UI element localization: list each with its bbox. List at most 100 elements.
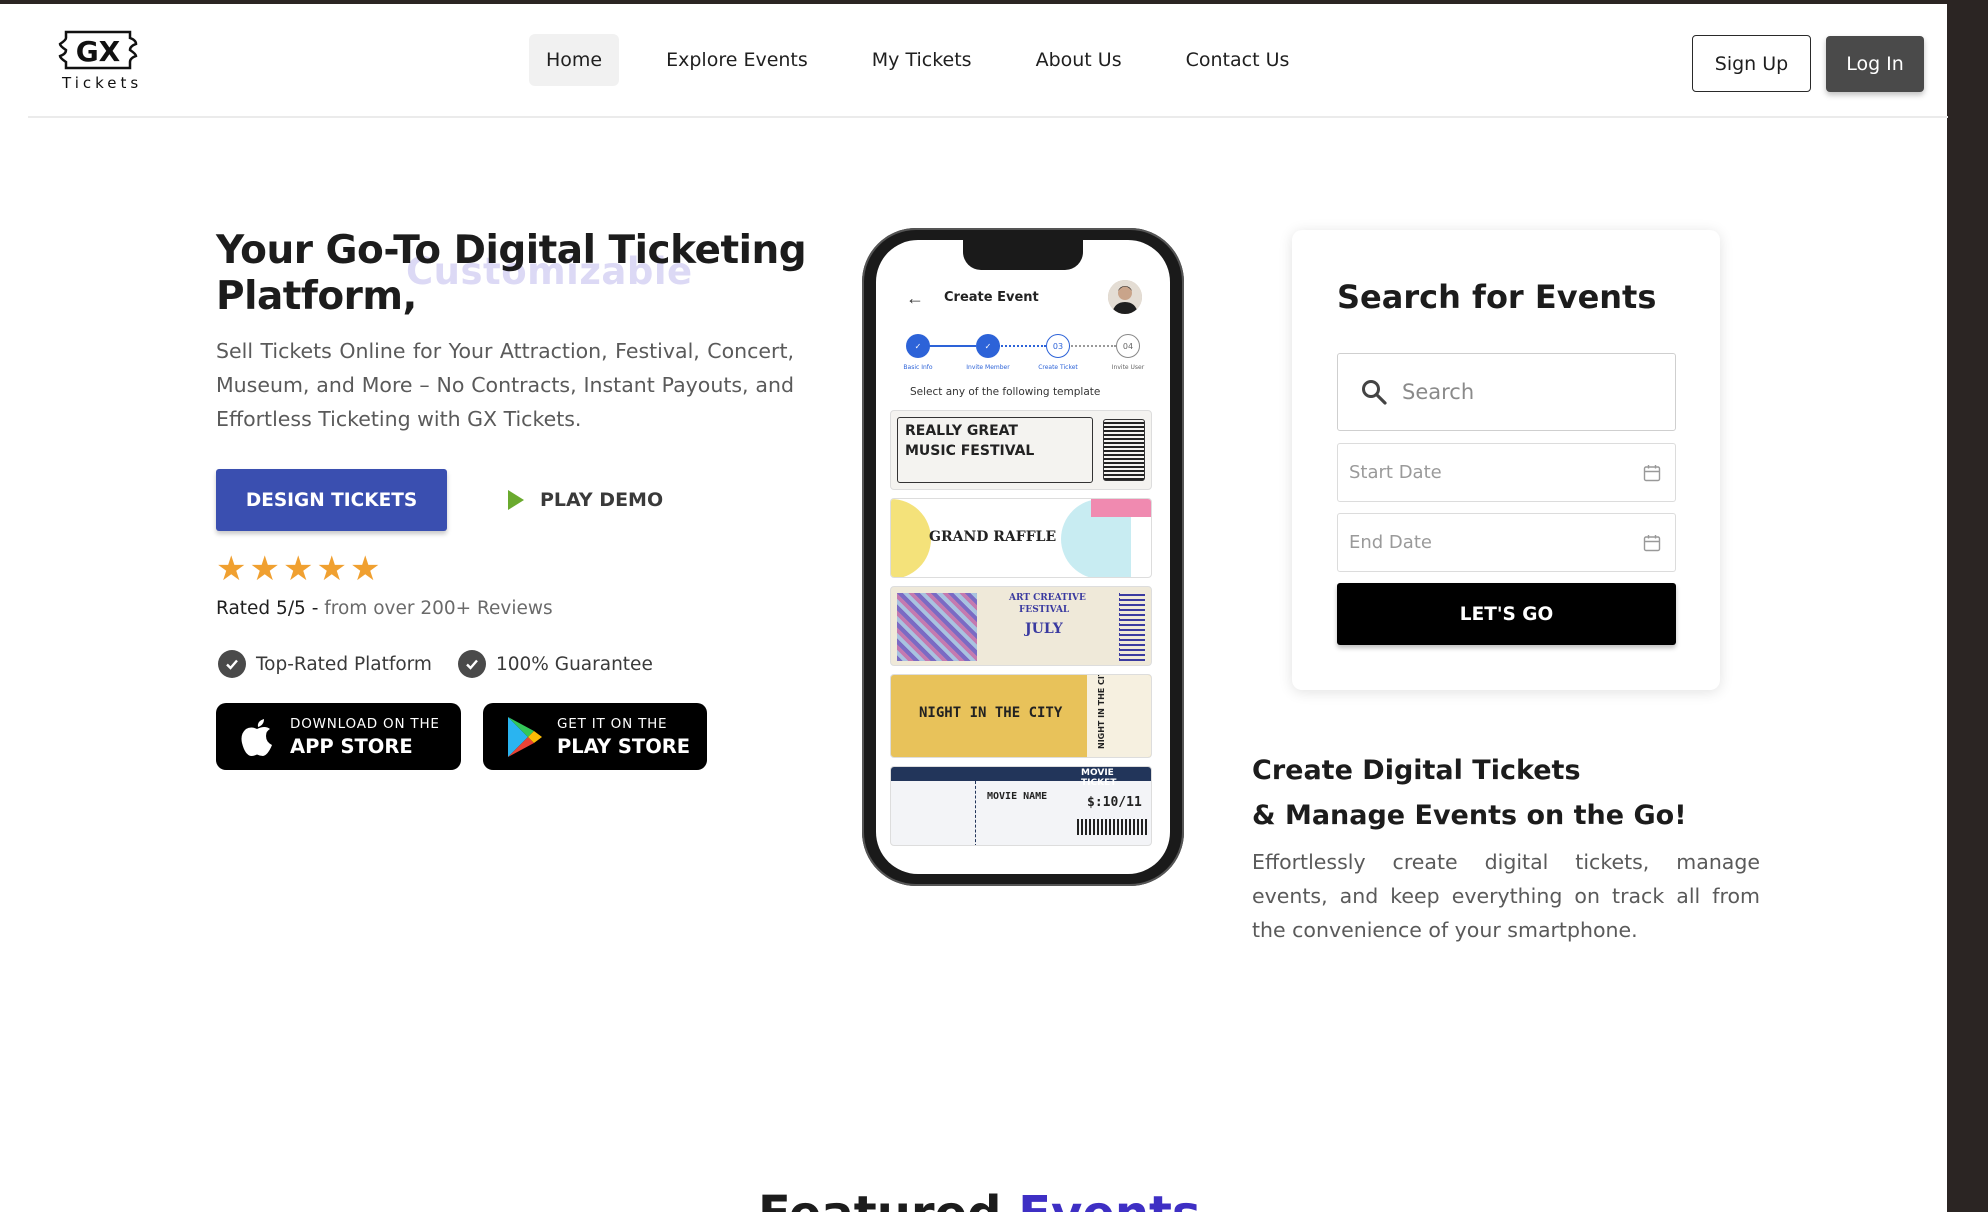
window-right-edge [1947,0,1988,1212]
design-tickets-button[interactable]: DESIGN TICKETS [216,469,447,531]
ticket-price: $:10/11 [1087,795,1142,810]
log-in-button[interactable]: Log In [1826,36,1924,92]
promo-title: Create Digital Tickets & Manage Events o… [1252,748,1712,838]
event-progress-steps: ✓ ✓ 03 04 Basic Info Invite Member Creat… [903,334,1150,371]
logo-wordmark: Tickets [62,74,143,92]
play-demo-label: PLAY DEMO [540,489,664,511]
step-basic-info: ✓ [906,334,930,358]
star-icon: ★ [216,550,247,588]
calendar-icon[interactable] [1643,464,1661,482]
ticket-line: JULY [1025,621,1063,637]
back-arrow-icon: ← [906,288,924,308]
badge-label: 100% Guarantee [495,653,653,675]
hero-title-line2: Platform, [216,274,417,319]
check-circle-icon [218,650,246,678]
step-create-ticket: 03 [1046,334,1070,358]
featured-accent-word: Events [1018,1186,1200,1212]
ticket-line: GRAND RAFFLE [929,529,1057,545]
step-connector [1068,345,1116,347]
play-icon [508,490,524,510]
app-store-big: APP STORE [290,734,413,758]
ticket-template-music[interactable]: REALLY GREAT MUSIC FESTIVAL [890,410,1152,490]
start-date-field[interactable] [1337,443,1676,502]
play-demo-button[interactable]: PLAY DEMO [508,483,663,517]
hero-subtitle: Sell Tickets Online for Your Attraction,… [216,339,794,431]
main-nav: Home Explore Events My Tickets About Us … [529,34,1336,86]
ticket-line: MOVIE NAME [987,791,1048,802]
play-store-big: PLAY STORE [557,734,691,758]
phone-screen: ← Create Event ✓ ✓ 03 04 Basic Info Invi… [876,240,1170,874]
trust-badges: Top-Rated Platform 100% Guarantee [218,650,653,678]
play-store-button[interactable]: GET IT ON THE PLAY STORE [483,703,707,770]
sign-up-button[interactable]: Sign Up [1692,35,1811,92]
ticket-perforation [975,781,976,845]
ticket-template-art[interactable]: ART CREATIVE FESTIVAL JULY [890,586,1152,666]
badge-top-rated: Top-Rated Platform [218,650,432,678]
rating-strong: Rated 5/5 - [216,598,319,619]
calendar-icon[interactable] [1643,534,1661,552]
nav-home[interactable]: Home [529,34,620,86]
hero-title-line1: Your Go-To Digital Ticketing [216,228,807,273]
nav-my-tickets[interactable]: My Tickets [855,34,989,86]
phone-notch [963,240,1083,270]
step-connector [928,345,976,347]
star-icon: ★ [349,550,381,588]
featured-events-heading: Featured Events [758,1186,1201,1212]
ticket-line: FESTIVAL [1019,605,1070,615]
create-event-header: ← Create Event [876,278,1170,318]
step-label: Create Ticket [1038,364,1078,371]
ticket-line: ART CREATIVE [1009,593,1086,603]
end-date-input[interactable] [1349,532,1599,553]
ticket-template-night[interactable]: NIGHT IN THE CITY NIGHT IN THE CITY [890,674,1152,758]
search-input[interactable] [1402,380,1662,404]
featured-word: Featured [758,1186,1002,1212]
ticket-line: MUSIC FESTIVAL [905,443,1035,459]
end-date-field[interactable] [1337,513,1676,572]
step-invite-member: ✓ [976,334,1000,358]
phone-mockup: ← Create Event ✓ ✓ 03 04 Basic Info Invi… [862,228,1184,886]
nav-contact-us[interactable]: Contact Us [1169,34,1307,86]
play-store-small: GET IT ON THE [557,715,668,732]
badge-label: Top-Rated Platform [256,653,432,675]
user-avatar [1108,280,1142,314]
nav-explore-events[interactable]: Explore Events [649,34,825,86]
app-store-small: DOWNLOAD ON THE [290,715,440,732]
nav-about-us[interactable]: About Us [1019,34,1139,86]
ticket-barcode [1103,419,1145,481]
rating-stars: ★ ★ ★ ★ ★ [216,552,380,586]
step-label: Invite User [1111,364,1145,371]
promo-title-line1: Create Digital Tickets [1252,755,1581,786]
search-field[interactable] [1337,353,1676,431]
ticket-barcode [1119,593,1145,661]
apple-icon [236,715,278,759]
ticket-barcode [1077,819,1147,835]
step-label: Basic Info [903,364,933,371]
step-invite-user: 04 [1116,334,1140,358]
search-events-card: Search for Events LET'S GO [1292,230,1720,690]
star-icon: ★ [249,550,280,588]
promo-text: Effortlessly create digital tickets, man… [1252,850,1760,942]
gx-tickets-logo[interactable]: GX Tickets [58,28,142,94]
ticket-line: NIGHT IN THE CITY [919,705,1063,721]
ticket-line: MOVIE TICKET [1081,768,1117,788]
badge-guarantee: 100% Guarantee [457,650,653,678]
template-caption: Select any of the following template [910,386,1101,398]
rating-muted: from over 200+ Reviews [324,598,553,619]
search-card-title: Search for Events [1337,278,1657,316]
search-icon [1362,380,1387,405]
hero-title: Your Go-To Digital Ticketing Platform, [216,228,816,320]
header-divider [28,116,1948,118]
ticket-decor [1091,499,1151,517]
step-label: Invite Member [966,364,1010,371]
ticket-artwork [897,593,977,661]
ticket-template-raffle[interactable]: GRAND RAFFLE [890,498,1152,578]
gx-logo-icon: GX [58,30,138,70]
ticket-template-movie[interactable]: MOVIE TICKET MOVIE NAME $:10/11 [890,766,1152,846]
rating-text: Rated 5/5 - from over 200+ Reviews [216,598,553,619]
lets-go-button[interactable]: LET'S GO [1337,583,1676,645]
ticket-decor [891,499,931,577]
step-connector [998,345,1046,347]
app-store-button[interactable]: DOWNLOAD ON THE APP STORE [216,703,461,770]
check-circle-icon [457,650,486,678]
start-date-input[interactable] [1349,462,1599,483]
